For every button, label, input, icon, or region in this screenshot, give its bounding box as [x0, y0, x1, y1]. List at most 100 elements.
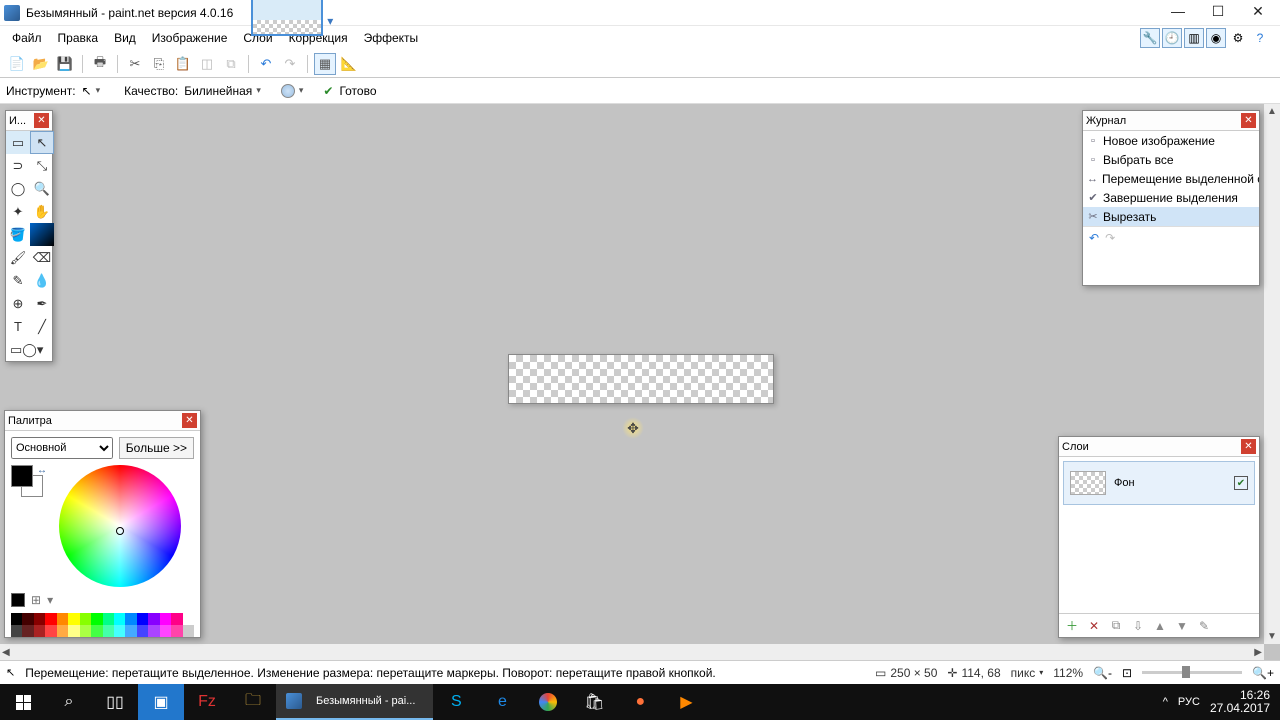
ruler-icon[interactable]: 📐 [338, 53, 360, 75]
palette-strip[interactable] [11, 613, 194, 637]
maximize-button[interactable]: ☐ [1198, 0, 1238, 22]
zoom-fit-icon[interactable]: ⊡ [1122, 666, 1132, 680]
history-undo-icon[interactable]: ↶ [1089, 231, 1099, 245]
crop-icon[interactable]: ◫ [196, 53, 218, 75]
taskbar-app[interactable]: 🛍 [571, 684, 617, 720]
duplicate-layer-icon[interactable]: ⧉ [1107, 617, 1125, 635]
menu-image[interactable]: Изображение [144, 29, 236, 47]
unit-selector[interactable]: пикс▾ [1011, 666, 1044, 680]
palette-menu-icon[interactable]: ▾ [47, 593, 53, 607]
taskbar-app[interactable]: ▶ [663, 684, 709, 720]
text-tool[interactable]: T [6, 315, 30, 338]
history-toggle-icon[interactable]: 🕘 [1162, 28, 1182, 48]
tools-toggle-icon[interactable]: 🔧 [1140, 28, 1160, 48]
open-icon[interactable]: 📂 [30, 53, 52, 75]
history-item[interactable]: ▫Новое изображение [1083, 131, 1259, 150]
scroll-down-icon[interactable]: ▼ [1267, 631, 1277, 642]
add-layer-icon[interactable]: ＋ [1063, 617, 1081, 635]
move-down-icon[interactable]: ▼ [1173, 617, 1191, 635]
cut-icon[interactable]: ✂ [124, 53, 146, 75]
layer-props-icon[interactable]: ✎ [1195, 617, 1213, 635]
layer-visibility-checkbox[interactable]: ✔ [1234, 476, 1248, 490]
eraser-tool[interactable]: ⌫ [30, 246, 54, 269]
document-thumb[interactable]: ★ [251, 0, 323, 36]
move-selected-tool[interactable]: ⤡ [30, 154, 54, 177]
zoom-slider[interactable] [1142, 671, 1242, 674]
palette-close-icon[interactable]: ✕ [182, 413, 197, 428]
taskbar-app[interactable]: ▣ [138, 684, 184, 720]
paste-icon[interactable]: 📋 [172, 53, 194, 75]
palette-header[interactable]: Палитра ✕ [5, 411, 200, 431]
canvas[interactable] [508, 354, 774, 404]
scroll-left-icon[interactable]: ◀ [2, 647, 10, 658]
sampling-selector[interactable] [281, 84, 304, 98]
history-item[interactable]: ▫Выбрать все [1083, 150, 1259, 169]
move-up-icon[interactable]: ▲ [1151, 617, 1169, 635]
history-redo-icon[interactable]: ↷ [1105, 231, 1115, 245]
delete-layer-icon[interactable]: ✕ [1085, 617, 1103, 635]
scroll-right-icon[interactable]: ▶ [1254, 647, 1262, 658]
clone-tool[interactable]: ⊕ [6, 292, 30, 315]
pan-tool[interactable]: ✋ [30, 200, 54, 223]
history-close-icon[interactable]: ✕ [1241, 113, 1256, 128]
taskbar-app[interactable] [525, 684, 571, 720]
tool-selector[interactable]: ↖ [82, 84, 101, 98]
lasso-tool[interactable]: ⊃ [6, 154, 30, 177]
color-mode-select[interactable]: Основной [11, 437, 113, 459]
rect-select-tool[interactable]: ▭ [6, 131, 30, 154]
menu-edit[interactable]: Правка [50, 29, 107, 47]
layers-header[interactable]: Слои ✕ [1059, 437, 1259, 457]
picker-tool[interactable]: 💧 [30, 269, 54, 292]
shapes-tool[interactable]: ▭◯▾ [6, 338, 54, 361]
ellipse-select-tool[interactable]: ◯ [6, 177, 30, 200]
tray-clock[interactable]: 16:26 27.04.2017 [1210, 689, 1270, 715]
magic-wand-tool[interactable]: ✦ [6, 200, 30, 223]
merge-down-icon[interactable]: ⇩ [1129, 617, 1147, 635]
taskbar-app[interactable]: S [433, 684, 479, 720]
current-color-icon[interactable] [11, 593, 25, 607]
zoom-in-icon[interactable]: 🔍+ [1252, 666, 1274, 680]
colors-toggle-icon[interactable]: ◉ [1206, 28, 1226, 48]
menu-effects[interactable]: Эффекты [356, 29, 427, 47]
search-icon[interactable]: ⌕ [46, 684, 92, 720]
vertical-scrollbar[interactable]: ▲ ▼ [1264, 104, 1280, 644]
pencil-tool[interactable]: ✎ [6, 269, 30, 292]
layer-row[interactable]: Фон ✔ [1063, 461, 1255, 505]
taskbar-app[interactable]: 🗀 [230, 684, 276, 720]
scroll-up-icon[interactable]: ▲ [1267, 106, 1277, 117]
history-item[interactable]: ✔Завершение выделения [1083, 188, 1259, 207]
tools-close-icon[interactable]: ✕ [34, 113, 49, 128]
redo-icon[interactable]: ↷ [279, 53, 301, 75]
zoom-tool[interactable]: 🔍 [30, 177, 54, 200]
palette-add-icon[interactable]: ⊞ [31, 593, 41, 607]
grid-icon[interactable]: ▦ [314, 53, 336, 75]
taskbar-paintnet[interactable]: Безымянный - pai... [276, 684, 433, 720]
move-selection-tool[interactable]: ↖ [30, 131, 54, 154]
tray-expand-icon[interactable]: ^ [1163, 696, 1168, 708]
close-button[interactable]: ✕ [1238, 0, 1278, 22]
primary-color[interactable] [11, 465, 33, 487]
history-item[interactable]: ✂Вырезать [1083, 207, 1259, 226]
layers-toggle-icon[interactable]: ▥ [1184, 28, 1204, 48]
tray-lang[interactable]: РУС [1178, 696, 1200, 708]
undo-icon[interactable]: ↶ [255, 53, 277, 75]
save-icon[interactable]: 💾 [54, 53, 76, 75]
deselect-icon[interactable]: ⧉ [220, 53, 242, 75]
recolor-tool[interactable]: ✒ [30, 292, 54, 315]
horizontal-scrollbar[interactable]: ◀ ▶ [0, 644, 1264, 660]
menu-file[interactable]: Файл [4, 29, 50, 47]
more-button[interactable]: Больше >> [119, 437, 194, 459]
menu-view[interactable]: Вид [106, 29, 144, 47]
print-icon[interactable]: 🖶 [89, 53, 111, 75]
history-header[interactable]: Журнал ✕ [1083, 111, 1259, 131]
brush-tool[interactable]: 🖌 [6, 246, 30, 269]
taskbar-app[interactable]: Fz [184, 684, 230, 720]
gradient-tool[interactable]: g [30, 223, 54, 246]
doc-dropdown-icon[interactable]: ▾ [327, 14, 337, 28]
zoom-out-icon[interactable]: 🔍‑ [1093, 666, 1112, 680]
help-icon[interactable]: ? [1250, 28, 1270, 48]
layers-close-icon[interactable]: ✕ [1241, 439, 1256, 454]
start-button[interactable] [0, 684, 46, 720]
new-icon[interactable]: 📄 [6, 53, 28, 75]
quality-selector[interactable]: Билинейная [184, 84, 261, 98]
